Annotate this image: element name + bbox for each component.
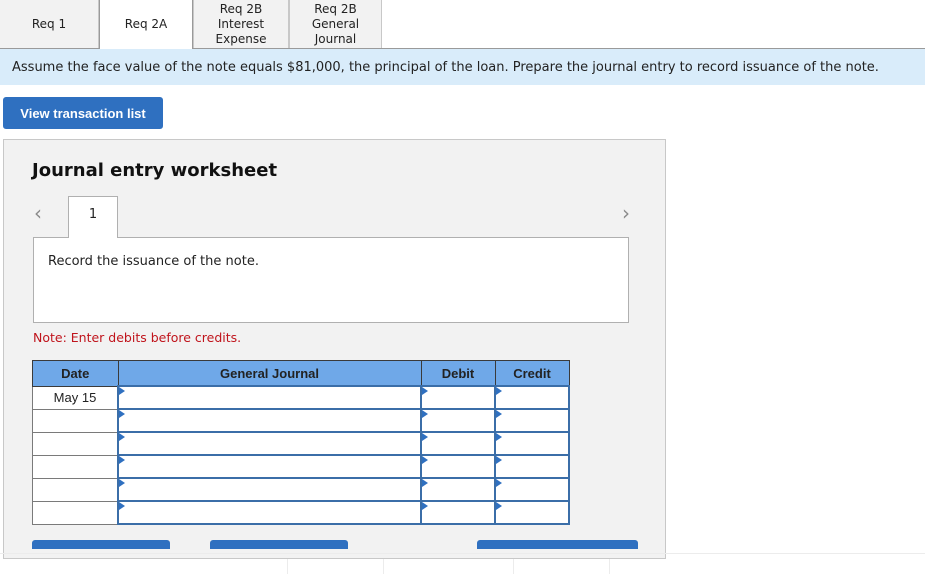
credit-input[interactable] bbox=[494, 454, 570, 479]
date-cell bbox=[32, 500, 119, 525]
entry-tab-1[interactable]: 1 bbox=[68, 196, 118, 238]
header-debit: Debit bbox=[420, 360, 496, 387]
date-cell bbox=[32, 454, 119, 479]
table-row bbox=[32, 408, 570, 433]
footer-separator bbox=[383, 559, 384, 574]
chevron-right-icon[interactable]: › bbox=[622, 201, 630, 225]
credit-input[interactable] bbox=[494, 477, 570, 502]
date-cell bbox=[32, 431, 119, 456]
account-input[interactable] bbox=[117, 500, 422, 525]
entry-tab-label: 1 bbox=[88, 207, 98, 222]
requirement-tabs: Req 1 Req 2A Req 2B Interest Expense Req… bbox=[0, 0, 925, 49]
debit-input[interactable] bbox=[420, 408, 496, 433]
debit-input[interactable] bbox=[420, 454, 496, 479]
instruction-banner: Assume the face value of the note equals… bbox=[0, 49, 925, 85]
footer-separator bbox=[287, 559, 288, 574]
header-general-journal: General Journal bbox=[117, 360, 422, 387]
debit-input[interactable] bbox=[420, 385, 496, 410]
credit-input[interactable] bbox=[494, 431, 570, 456]
entry-description: Record the issuance of the note. bbox=[48, 254, 259, 269]
table-header-row: Date General Journal Debit Credit bbox=[32, 360, 570, 387]
instruction-text: Assume the face value of the note equals… bbox=[12, 59, 879, 75]
worksheet-title: Journal entry worksheet bbox=[32, 160, 278, 181]
credit-input[interactable] bbox=[494, 500, 570, 525]
account-input[interactable] bbox=[117, 385, 422, 410]
date-cell bbox=[32, 408, 119, 433]
record-entry-button[interactable] bbox=[32, 540, 170, 549]
date-cell bbox=[32, 477, 119, 502]
entry-description-box: Record the issuance of the note. bbox=[33, 237, 629, 323]
view-general-journal-button[interactable] bbox=[477, 540, 638, 549]
account-input[interactable] bbox=[117, 431, 422, 456]
footer-separator bbox=[513, 559, 514, 574]
tab-label: Req 2B General Journal bbox=[311, 1, 360, 46]
tab-req-2a[interactable]: Req 2A bbox=[99, 0, 193, 49]
tab-label: Req 2A bbox=[124, 17, 168, 31]
tab-req-2b-interest-expense[interactable]: Req 2B Interest Expense bbox=[193, 0, 289, 48]
debit-input[interactable] bbox=[420, 477, 496, 502]
table-row bbox=[32, 454, 570, 479]
debit-input[interactable] bbox=[420, 500, 496, 525]
tab-label: Req 2B Interest Expense bbox=[215, 1, 267, 46]
view-transaction-list-button[interactable]: View transaction list bbox=[3, 97, 163, 129]
table-row bbox=[32, 477, 570, 502]
header-date: Date bbox=[32, 360, 119, 387]
credit-input[interactable] bbox=[494, 408, 570, 433]
table-row bbox=[32, 431, 570, 456]
header-credit: Credit bbox=[494, 360, 570, 387]
account-input[interactable] bbox=[117, 408, 422, 433]
journal-table: Date General Journal Debit Credit May 15 bbox=[32, 360, 570, 525]
debits-credits-note: Note: Enter debits before credits. bbox=[33, 330, 242, 345]
footer-divider bbox=[0, 553, 925, 554]
tab-label: Req 1 bbox=[31, 16, 67, 31]
account-input[interactable] bbox=[117, 477, 422, 502]
footer-separator bbox=[609, 559, 610, 574]
tab-req-2b-general-journal[interactable]: Req 2B General Journal bbox=[289, 0, 382, 48]
date-cell: May 15 bbox=[32, 385, 119, 410]
journal-entry-worksheet: Journal entry worksheet ‹ › 1 Record the… bbox=[3, 139, 666, 559]
tab-req-1[interactable]: Req 1 bbox=[0, 0, 99, 48]
credit-input[interactable] bbox=[494, 385, 570, 410]
debit-input[interactable] bbox=[420, 431, 496, 456]
account-input[interactable] bbox=[117, 454, 422, 479]
table-row: May 15 bbox=[32, 385, 570, 410]
clear-entry-button[interactable] bbox=[210, 540, 348, 549]
table-row bbox=[32, 500, 570, 525]
chevron-left-icon[interactable]: ‹ bbox=[34, 201, 42, 225]
